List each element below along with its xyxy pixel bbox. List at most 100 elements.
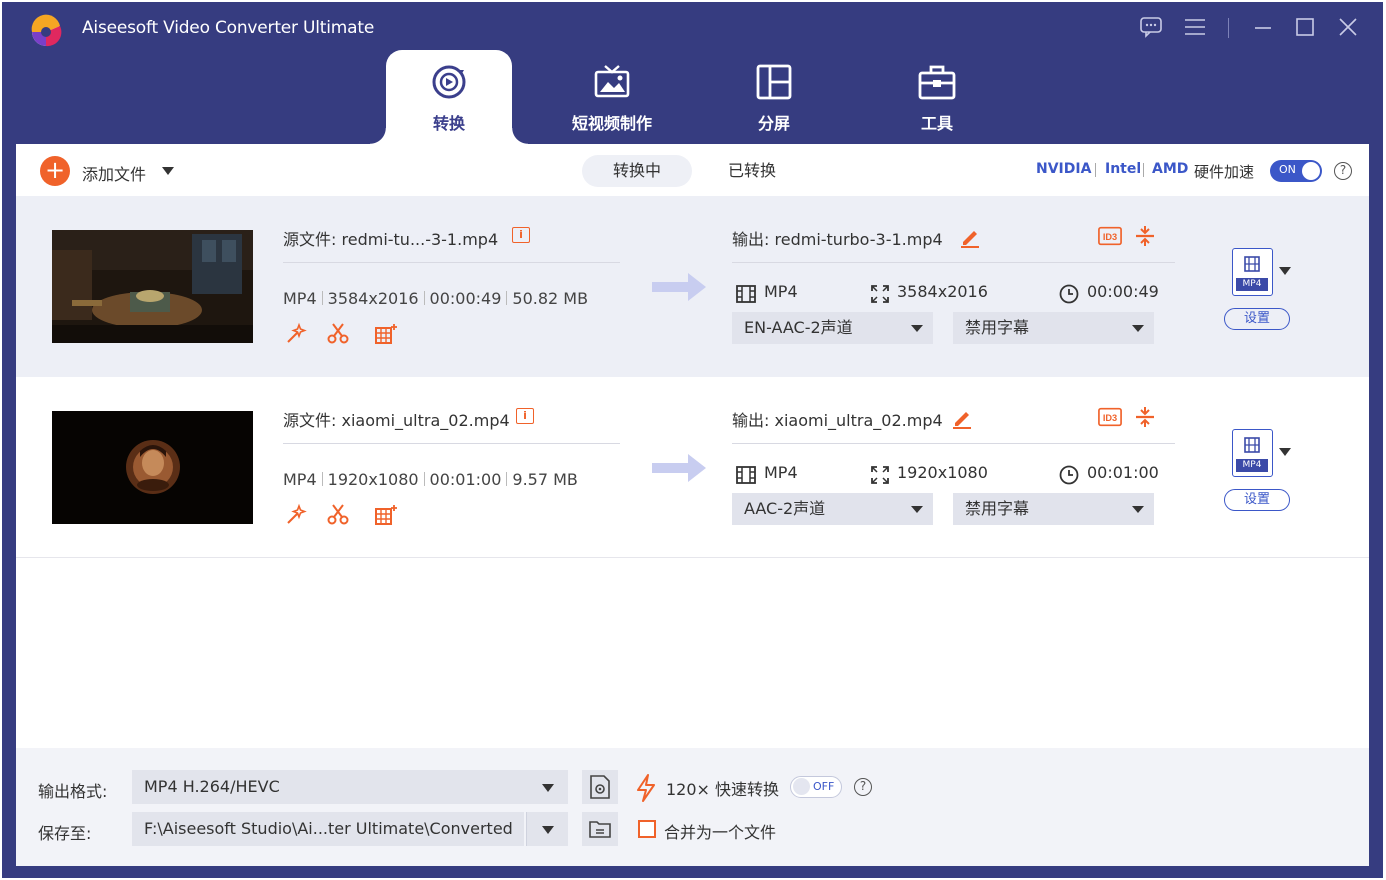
toggle-knob — [793, 778, 810, 795]
add-files-button[interactable]: 添加文件 — [82, 161, 146, 185]
format-settings-button[interactable] — [582, 770, 618, 804]
divider — [732, 262, 1175, 263]
magic-wand-icon[interactable] — [284, 322, 308, 346]
divider — [283, 443, 620, 444]
fast-convert-toggle[interactable]: OFF — [790, 776, 842, 798]
output-file-label: 输出: xiaomi_ultra_02.mp4 — [732, 407, 943, 431]
output-label: 输出: — [732, 230, 770, 249]
output-format-select[interactable]: MP4 H.264/HEVC — [132, 770, 568, 804]
output-format-label: 输出格式: — [38, 782, 108, 801]
chevron-down-icon — [542, 826, 554, 834]
close-icon[interactable] — [1335, 14, 1361, 40]
info-icon[interactable]: i — [516, 408, 534, 424]
subtitle-select[interactable]: 禁用字幕 — [953, 312, 1154, 344]
source-format: MP4 — [283, 289, 317, 308]
bottom-bar: 输出格式: MP4 H.264/HEVC 120× 快速转换 OFF ? 保存至… — [16, 748, 1369, 866]
output-duration: 00:01:00 — [1087, 463, 1159, 482]
format-dropdown-icon[interactable] — [1279, 448, 1291, 456]
output-format-value: MP4 H.264/HEVC — [144, 777, 280, 796]
clock-icon — [1059, 284, 1079, 304]
file-row[interactable]: 源文件: redmi-tu...-3-1.mp4 i MP4 3584x2016 0… — [16, 196, 1369, 377]
format-tag: MP4 — [1236, 459, 1268, 472]
folder-icon — [589, 821, 611, 838]
tab-converted[interactable]: 已转换 — [728, 155, 776, 187]
enhance-video-icon[interactable] — [374, 322, 398, 346]
output-format-picker[interactable]: MP4 — [1232, 429, 1273, 477]
hw-separator — [1143, 163, 1144, 177]
subtitle-select[interactable]: 禁用字幕 — [953, 493, 1154, 525]
convert-icon — [432, 65, 466, 99]
source-label: 源文件: — [283, 411, 337, 430]
output-format: MP4 — [764, 282, 798, 301]
tab-converting[interactable]: 转换中 — [582, 155, 692, 187]
source-resolution: 3584x2016 — [327, 289, 419, 308]
hw-accel-label: 硬件加速 — [1194, 163, 1255, 181]
output-resolution: 1920x1080 — [897, 463, 988, 482]
hw-vendor-nvidia: NVIDIA — [1036, 161, 1092, 177]
scissors-icon[interactable] — [326, 322, 350, 346]
id3-tag-icon[interactable]: ID3 — [1098, 405, 1122, 429]
open-folder-button[interactable] — [582, 812, 618, 846]
merge-checkbox[interactable] — [638, 820, 656, 838]
tab-collage[interactable]: 分屏 — [711, 50, 837, 144]
trim-compress-icon[interactable] — [1133, 405, 1157, 429]
hw-accel-toggle[interactable]: ON — [1270, 160, 1322, 182]
file-row[interactable]: 源文件: xiaomi_ultra_02.mp4 i MP4 1920x1080 0… — [16, 377, 1369, 558]
hw-vendor-intel: Intel — [1105, 161, 1142, 177]
maximize-icon[interactable] — [1292, 14, 1318, 40]
save-path-field[interactable]: F:\Aiseesoft Studio\Ai...ter Ultimate\Co… — [132, 812, 524, 846]
mv-tv-icon — [594, 65, 630, 98]
output-duration: 00:00:49 — [1087, 282, 1159, 301]
svg-text:ID3: ID3 — [1103, 232, 1117, 242]
hw-vendor-amd: AMD — [1152, 161, 1189, 177]
film-icon — [1244, 437, 1260, 453]
chevron-down-icon — [1132, 506, 1144, 513]
settings-button[interactable]: 设置 — [1224, 489, 1290, 511]
audio-track-select[interactable]: EN-AAC-2声道 — [732, 312, 933, 344]
app-title: Aiseesoft Video Converter Ultimate — [82, 18, 375, 38]
help-icon[interactable]: ? — [1334, 162, 1352, 180]
chevron-down-icon — [911, 506, 923, 513]
source-filename: xiaomi_ultra_02.mp4 — [341, 411, 510, 430]
svg-text:ID3: ID3 — [1103, 413, 1117, 423]
feedback-icon[interactable] — [1138, 14, 1164, 40]
output-resolution: 3584x2016 — [897, 282, 988, 301]
video-thumbnail[interactable] — [52, 230, 253, 343]
save-path-dropdown[interactable] — [526, 812, 568, 846]
tab-convert[interactable]: 转换 — [370, 50, 528, 144]
output-filename: redmi-turbo-3-1.mp4 — [774, 230, 943, 249]
add-files-dropdown-icon[interactable] — [162, 167, 174, 175]
video-thumbnail[interactable] — [52, 411, 253, 524]
source-file-label: 源文件: xiaomi_ultra_02.mp4 — [283, 407, 510, 431]
add-files-plus-icon[interactable]: + — [40, 156, 70, 186]
menu-icon[interactable] — [1182, 14, 1208, 40]
rename-pencil-icon[interactable] — [950, 405, 974, 429]
format-dropdown-icon[interactable] — [1279, 267, 1291, 275]
main-content: + 添加文件 转换中 已转换 NVIDIA Intel AMD 硬件加速 ON … — [16, 144, 1369, 866]
lightning-icon — [637, 774, 655, 802]
app-window: Aiseesoft Video Converter Ultimate 转换 短视… — [2, 2, 1383, 878]
audio-track-select[interactable]: AAC-2声道 — [732, 493, 933, 525]
trim-compress-icon[interactable] — [1133, 224, 1157, 248]
format-settings-icon — [590, 775, 610, 799]
tab-label: 短视频制作 — [571, 114, 652, 133]
info-icon[interactable]: i — [512, 227, 530, 243]
tab-toolbox[interactable]: 工具 — [874, 50, 1000, 144]
enhance-video-icon[interactable] — [374, 503, 398, 527]
subtitle-value: 禁用字幕 — [965, 318, 1030, 337]
audio-track-value: EN-AAC-2声道 — [744, 318, 853, 337]
rename-pencil-icon[interactable] — [958, 224, 982, 248]
help-icon[interactable]: ? — [854, 778, 872, 796]
chevron-down-icon — [911, 325, 923, 332]
chevron-down-icon — [542, 784, 554, 792]
id3-tag-icon[interactable]: ID3 — [1098, 224, 1122, 248]
settings-button[interactable]: 设置 — [1224, 308, 1290, 330]
scissors-icon[interactable] — [326, 503, 350, 527]
source-size: 9.57 MB — [512, 470, 578, 489]
source-duration: 00:01:00 — [429, 470, 502, 489]
minimize-icon[interactable] — [1250, 14, 1276, 40]
output-format-picker[interactable]: MP4 — [1232, 248, 1273, 296]
film-icon — [1244, 256, 1260, 272]
tab-mv[interactable]: 短视频制作 — [549, 50, 675, 144]
magic-wand-icon[interactable] — [284, 503, 308, 527]
